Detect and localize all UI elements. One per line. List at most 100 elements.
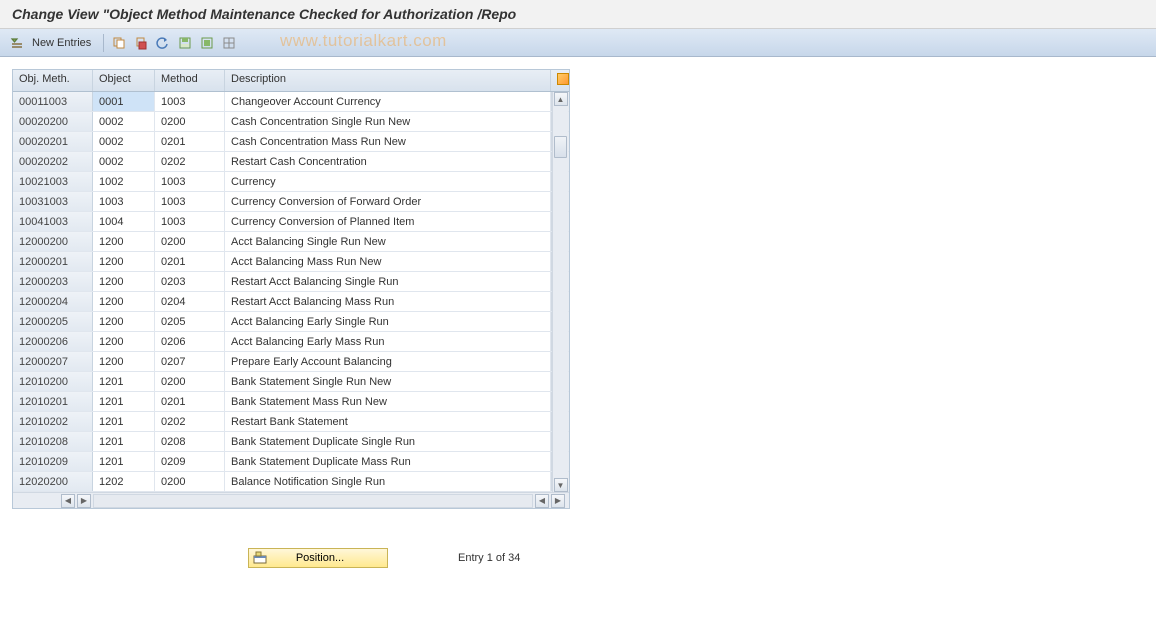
cell-method[interactable]: 0201 xyxy=(155,252,225,271)
cell-object[interactable]: 1200 xyxy=(93,232,155,251)
cell-obj-meth[interactable]: 12010200 xyxy=(13,372,93,391)
table-row[interactable]: 1201020212010202Restart Bank Statement xyxy=(13,412,569,432)
deselect-all-icon[interactable] xyxy=(220,34,238,52)
table-row[interactable]: 1003100310031003Currency Conversion of F… xyxy=(13,192,569,212)
cell-object[interactable]: 1201 xyxy=(93,412,155,431)
cell-description[interactable]: Acct Balancing Single Run New xyxy=(225,232,551,251)
cell-obj-meth[interactable]: 12000206 xyxy=(13,332,93,351)
cell-obj-meth[interactable]: 12000207 xyxy=(13,352,93,371)
table-row[interactable]: 1200020512000205Acct Balancing Early Sin… xyxy=(13,312,569,332)
cell-method[interactable]: 0205 xyxy=(155,312,225,331)
cell-description[interactable]: Restart Bank Statement xyxy=(225,412,551,431)
table-row[interactable]: 0002020200020202Restart Cash Concentrati… xyxy=(13,152,569,172)
cell-object[interactable]: 1201 xyxy=(93,392,155,411)
cell-method[interactable]: 1003 xyxy=(155,92,225,111)
cell-object[interactable]: 1200 xyxy=(93,272,155,291)
cell-obj-meth[interactable]: 10041003 xyxy=(13,212,93,231)
cell-object[interactable]: 1200 xyxy=(93,332,155,351)
cell-description[interactable]: Balance Notification Single Run xyxy=(225,472,551,491)
cell-description[interactable]: Changeover Account Currency xyxy=(225,92,551,111)
cell-obj-meth[interactable]: 00020200 xyxy=(13,112,93,131)
cell-obj-meth[interactable]: 12010208 xyxy=(13,432,93,451)
copy-icon[interactable] xyxy=(110,34,128,52)
cell-description[interactable]: Acct Balancing Early Mass Run xyxy=(225,332,551,351)
cell-method[interactable]: 0209 xyxy=(155,452,225,471)
hscroll-track[interactable] xyxy=(93,494,533,508)
cell-object[interactable]: 1201 xyxy=(93,432,155,451)
cell-obj-meth[interactable]: 10031003 xyxy=(13,192,93,211)
cell-description[interactable]: Bank Statement Mass Run New xyxy=(225,392,551,411)
table-row[interactable]: 0002020100020201Cash Concentration Mass … xyxy=(13,132,569,152)
cell-method[interactable]: 0200 xyxy=(155,112,225,131)
table-row[interactable]: 1002100310021003Currency xyxy=(13,172,569,192)
cell-obj-meth[interactable]: 10021003 xyxy=(13,172,93,191)
undo-icon[interactable] xyxy=(154,34,172,52)
table-row[interactable]: 1004100310041003Currency Conversion of P… xyxy=(13,212,569,232)
cell-description[interactable]: Bank Statement Duplicate Single Run xyxy=(225,432,551,451)
cell-obj-meth[interactable]: 12000204 xyxy=(13,292,93,311)
cell-obj-meth[interactable]: 12010201 xyxy=(13,392,93,411)
select-all-icon[interactable] xyxy=(198,34,216,52)
col-obj-meth[interactable]: Obj. Meth. xyxy=(13,70,93,91)
cell-method[interactable]: 0208 xyxy=(155,432,225,451)
cell-method[interactable]: 0203 xyxy=(155,272,225,291)
cell-method[interactable]: 1003 xyxy=(155,212,225,231)
table-row[interactable]: 1202020012020200Balance Notification Sin… xyxy=(13,472,569,492)
cell-object[interactable]: 1004 xyxy=(93,212,155,231)
cell-obj-meth[interactable]: 00020202 xyxy=(13,152,93,171)
table-row[interactable]: 1200020412000204Restart Acct Balancing M… xyxy=(13,292,569,312)
cell-object[interactable]: 1202 xyxy=(93,472,155,491)
hscroll-left2-button[interactable]: ◀ xyxy=(535,494,549,508)
cell-object[interactable]: 0002 xyxy=(93,152,155,171)
cell-description[interactable]: Cash Concentration Single Run New xyxy=(225,112,551,131)
vertical-scrollbar[interactable]: ▲ ▼ xyxy=(552,92,568,492)
cell-method[interactable]: 0206 xyxy=(155,332,225,351)
cell-method[interactable]: 0201 xyxy=(155,392,225,411)
cell-object[interactable]: 1200 xyxy=(93,352,155,371)
cell-description[interactable]: Acct Balancing Early Single Run xyxy=(225,312,551,331)
col-method[interactable]: Method xyxy=(155,70,225,91)
cell-object[interactable]: 0002 xyxy=(93,132,155,151)
table-row[interactable]: 0002020000020200Cash Concentration Singl… xyxy=(13,112,569,132)
toggle-icon[interactable] xyxy=(8,34,26,52)
cell-method[interactable]: 0200 xyxy=(155,372,225,391)
save-icon[interactable] xyxy=(176,34,194,52)
scroll-down-button[interactable]: ▼ xyxy=(554,478,568,492)
cell-obj-meth[interactable]: 12010202 xyxy=(13,412,93,431)
scroll-thumb[interactable] xyxy=(554,136,567,158)
cell-description[interactable]: Restart Acct Balancing Mass Run xyxy=(225,292,551,311)
cell-obj-meth[interactable]: 00020201 xyxy=(13,132,93,151)
cell-obj-meth[interactable]: 12000200 xyxy=(13,232,93,251)
cell-object[interactable]: 1200 xyxy=(93,252,155,271)
table-row[interactable]: 1201020812010208Bank Statement Duplicate… xyxy=(13,432,569,452)
cell-description[interactable]: Restart Cash Concentration xyxy=(225,152,551,171)
table-row[interactable]: 1200020012000200Acct Balancing Single Ru… xyxy=(13,232,569,252)
cell-obj-meth[interactable]: 12000201 xyxy=(13,252,93,271)
cell-description[interactable]: Currency xyxy=(225,172,551,191)
cell-description[interactable]: Cash Concentration Mass Run New xyxy=(225,132,551,151)
cell-description[interactable]: Currency Conversion of Planned Item xyxy=(225,212,551,231)
cell-obj-meth[interactable]: 12020200 xyxy=(13,472,93,491)
cell-method[interactable]: 0204 xyxy=(155,292,225,311)
new-entries-button[interactable]: New Entries xyxy=(30,37,97,49)
cell-method[interactable]: 1003 xyxy=(155,172,225,191)
table-row[interactable]: 1201020912010209Bank Statement Duplicate… xyxy=(13,452,569,472)
table-row[interactable]: 1200020312000203Restart Acct Balancing S… xyxy=(13,272,569,292)
cell-object[interactable]: 1201 xyxy=(93,372,155,391)
cell-description[interactable]: Acct Balancing Mass Run New xyxy=(225,252,551,271)
cell-object[interactable]: 1200 xyxy=(93,292,155,311)
cell-obj-meth[interactable]: 00011003 xyxy=(13,92,93,111)
position-button[interactable]: Position... xyxy=(248,548,388,568)
cell-method[interactable]: 0201 xyxy=(155,132,225,151)
cell-object[interactable]: 1200 xyxy=(93,312,155,331)
cell-description[interactable]: Restart Acct Balancing Single Run xyxy=(225,272,551,291)
table-row[interactable]: 0001100300011003Changeover Account Curre… xyxy=(13,92,569,112)
col-description[interactable]: Description xyxy=(225,70,551,91)
hscroll-left-button[interactable]: ◀ xyxy=(61,494,75,508)
col-object[interactable]: Object xyxy=(93,70,155,91)
cell-method[interactable]: 1003 xyxy=(155,192,225,211)
cell-object[interactable]: 0001 xyxy=(93,92,155,111)
table-row[interactable]: 1200020712000207Prepare Early Account Ba… xyxy=(13,352,569,372)
cell-description[interactable]: Bank Statement Duplicate Mass Run xyxy=(225,452,551,471)
col-options[interactable] xyxy=(551,70,569,91)
